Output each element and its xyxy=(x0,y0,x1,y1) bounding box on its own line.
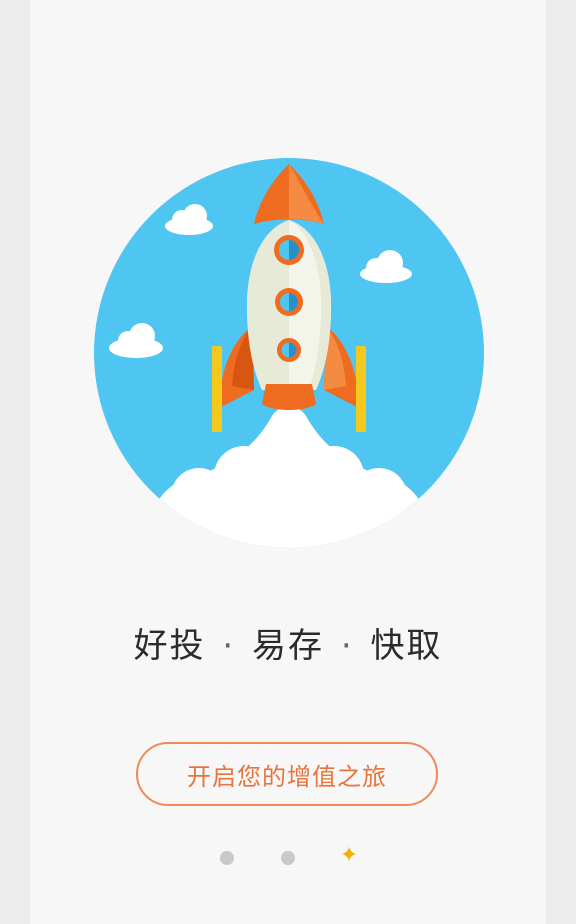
page-dot[interactable] xyxy=(220,851,234,865)
tagline-part-invest: 好投 xyxy=(133,626,206,666)
rocket-window xyxy=(274,235,304,265)
rocket-window xyxy=(275,288,303,316)
tagline: 好投 · 易存 · 快取 xyxy=(0,618,576,667)
rocket-illustration xyxy=(94,158,484,548)
start-journey-button[interactable]: 开启您的增值之旅 xyxy=(136,742,438,806)
rocket-nozzle xyxy=(262,384,316,410)
page-dot[interactable] xyxy=(281,851,295,865)
tagline-separator: · xyxy=(340,626,354,666)
tagline-separator: · xyxy=(222,626,236,666)
tagline-part-save: 易存 xyxy=(252,626,324,666)
page-indicator: ✦ xyxy=(0,844,576,872)
star-icon[interactable]: ✦ xyxy=(337,844,361,868)
tagline-part-withdraw: 快取 xyxy=(370,626,443,666)
rocket-window xyxy=(277,338,301,362)
